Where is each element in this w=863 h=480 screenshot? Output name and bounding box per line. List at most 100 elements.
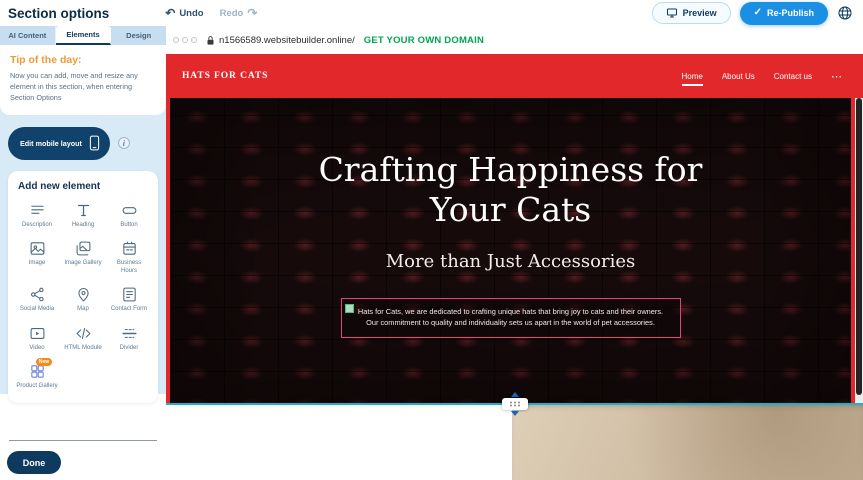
undo-button[interactable]: ↶ Undo bbox=[165, 7, 203, 19]
nav-contact-us[interactable]: Contact us bbox=[774, 72, 812, 81]
site-logo[interactable]: HATS FOR CATS bbox=[182, 71, 268, 81]
element-label: Contact Form bbox=[111, 306, 147, 314]
tab-elements[interactable]: Elements bbox=[56, 26, 112, 45]
republish-label: Re-Publish bbox=[767, 8, 814, 18]
nav-more-icon[interactable]: ⋯ bbox=[831, 70, 843, 83]
site-viewport: HATS FOR CATS Home About Us Contact us ⋯… bbox=[166, 54, 863, 480]
image-gallery-icon bbox=[75, 240, 92, 257]
drag-dots-icon bbox=[502, 398, 528, 410]
tip-title: Tip of the day: bbox=[10, 54, 156, 66]
element-video[interactable]: Video bbox=[14, 325, 60, 353]
element-social-media[interactable]: Social Media bbox=[14, 286, 60, 314]
sidebar-footer: Done bbox=[0, 440, 166, 480]
main-layout: AI Content Elements Design Tip of the da… bbox=[0, 26, 863, 480]
tip-body: Now you can add, move and resize any ele… bbox=[10, 71, 156, 104]
next-section-image bbox=[512, 404, 863, 480]
element-description[interactable]: Description bbox=[14, 202, 60, 230]
redo-button[interactable]: Redo ↷ bbox=[220, 7, 258, 19]
section-resize-handle[interactable] bbox=[502, 392, 528, 416]
element-label: Heading bbox=[72, 222, 94, 230]
image-icon bbox=[29, 240, 46, 257]
button-icon bbox=[121, 202, 138, 219]
business-hours-icon bbox=[121, 240, 138, 257]
element-contact-form[interactable]: Contact Form bbox=[106, 286, 152, 314]
element-label: Description bbox=[22, 222, 52, 230]
element-label: Image bbox=[29, 260, 46, 268]
element-map[interactable]: Map bbox=[60, 286, 106, 314]
lock-icon bbox=[206, 35, 215, 46]
element-label: Button bbox=[120, 222, 137, 230]
undo-icon: ↶ bbox=[165, 7, 175, 19]
element-label: Business Hours bbox=[108, 260, 150, 275]
page-title: Section options bbox=[8, 6, 109, 21]
element-divider[interactable]: Divider bbox=[106, 325, 152, 353]
nav-home[interactable]: Home bbox=[682, 72, 703, 81]
element-heading[interactable]: Heading bbox=[60, 202, 106, 230]
tab-ai-content[interactable]: AI Content bbox=[0, 26, 56, 45]
element-label: Video bbox=[29, 345, 44, 353]
redo-label: Redo bbox=[220, 8, 244, 19]
preview-label: Preview bbox=[683, 8, 717, 18]
selection-handle[interactable] bbox=[345, 304, 354, 313]
globe-icon[interactable] bbox=[837, 5, 853, 21]
site-nav: Home About Us Contact us ⋯ bbox=[682, 70, 844, 83]
element-product-gallery[interactable]: New Product Gallery bbox=[14, 363, 60, 391]
redo-icon: ↷ bbox=[247, 7, 257, 19]
element-label: Social Media bbox=[20, 306, 54, 314]
element-button[interactable]: Button bbox=[106, 202, 152, 230]
app: Section options ↶ Undo Redo ↷ Preview ✓ … bbox=[0, 0, 863, 480]
get-your-own-domain-link[interactable]: GET YOUR OWN DOMAIN bbox=[364, 35, 484, 46]
resize-up-icon bbox=[511, 392, 519, 397]
element-grid: Description Heading Button Image bbox=[14, 202, 152, 391]
republish-button[interactable]: ✓ Re-Publish bbox=[740, 2, 828, 25]
html-module-icon bbox=[75, 325, 92, 342]
mobile-layout-row: Edit mobile layout i bbox=[0, 115, 166, 171]
tab-design[interactable]: Design bbox=[111, 26, 166, 45]
element-label: Product Gallery bbox=[16, 383, 57, 391]
topbar: Section options ↶ Undo Redo ↷ Preview ✓ … bbox=[0, 0, 863, 26]
map-icon bbox=[75, 286, 92, 303]
sidebar: AI Content Elements Design Tip of the da… bbox=[0, 26, 166, 480]
browser-preview: n1566589.websitebuilder.online/ GET YOUR… bbox=[166, 26, 863, 480]
check-icon: ✓ bbox=[754, 8, 762, 18]
undo-label: Undo bbox=[179, 8, 203, 19]
element-image-gallery[interactable]: Image Gallery bbox=[60, 240, 106, 275]
done-button[interactable]: Done bbox=[7, 451, 61, 474]
next-section-blank bbox=[166, 404, 512, 480]
divider-icon bbox=[121, 325, 138, 342]
element-label: Divider bbox=[120, 345, 139, 353]
site-scrollbar[interactable] bbox=[855, 98, 863, 404]
description-icon bbox=[29, 202, 46, 219]
add-element-title: Add new element bbox=[18, 181, 148, 192]
edit-mobile-layout-button[interactable]: Edit mobile layout bbox=[8, 127, 110, 160]
history-controls: ↶ Undo Redo ↷ bbox=[165, 7, 257, 19]
hero-textbox[interactable]: Hats for Cats, we are dedicated to craft… bbox=[341, 298, 681, 339]
hero-subheading[interactable]: More than Just Accessories bbox=[170, 251, 851, 272]
hero-heading[interactable]: Crafting Happiness for Your Cats bbox=[291, 150, 731, 231]
url-text: n1566589.websitebuilder.online/ bbox=[219, 35, 355, 46]
browser-dots-icon bbox=[173, 37, 197, 43]
element-label: Map bbox=[77, 306, 89, 314]
hero-body-text: Hats for Cats, we are dedicated to craft… bbox=[355, 306, 667, 330]
social-media-icon bbox=[29, 286, 46, 303]
preview-button[interactable]: Preview bbox=[652, 2, 731, 24]
monitor-icon bbox=[666, 7, 678, 19]
add-element-panel: Add new element Description Heading Butt… bbox=[8, 171, 158, 403]
element-business-hours[interactable]: Business Hours bbox=[106, 240, 152, 275]
scrollbar-thumb[interactable] bbox=[856, 98, 862, 395]
topbar-actions: Preview ✓ Re-Publish bbox=[652, 2, 853, 25]
contact-form-icon bbox=[121, 286, 138, 303]
element-image[interactable]: Image bbox=[14, 240, 60, 275]
new-badge: New bbox=[36, 358, 52, 366]
hero-section: Crafting Happiness for Your Cats More th… bbox=[166, 98, 863, 404]
info-icon[interactable]: i bbox=[118, 137, 130, 149]
video-icon bbox=[29, 325, 46, 342]
hero-background-image: Crafting Happiness for Your Cats More th… bbox=[170, 98, 851, 404]
footer-divider bbox=[9, 440, 157, 441]
browser-chrome: n1566589.websitebuilder.online/ GET YOUR… bbox=[166, 26, 863, 54]
nav-about-us[interactable]: About Us bbox=[722, 72, 755, 81]
site-header: HATS FOR CATS Home About Us Contact us ⋯ bbox=[166, 54, 863, 98]
resize-down-icon bbox=[511, 411, 519, 416]
sidebar-tabs: AI Content Elements Design bbox=[0, 26, 166, 45]
element-html-module[interactable]: HTML Module bbox=[60, 325, 106, 353]
